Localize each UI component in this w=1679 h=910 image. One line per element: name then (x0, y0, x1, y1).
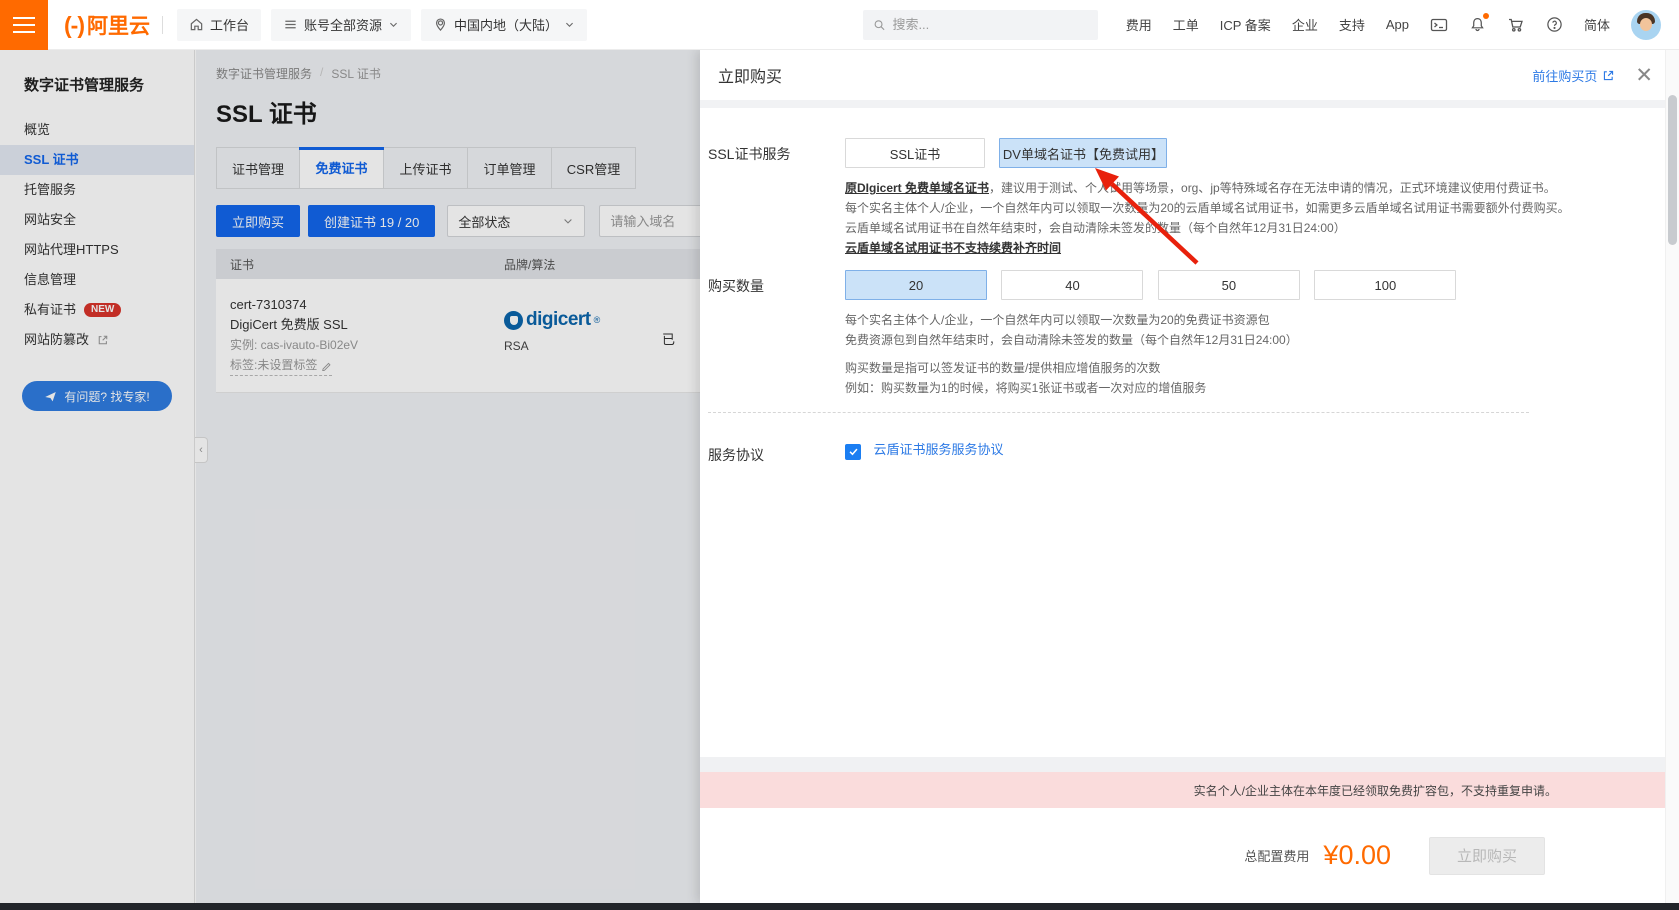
drawer-header: 立即购买 前往购买页 ✕ (700, 50, 1679, 100)
nav-item-tickets[interactable]: 工单 (1173, 15, 1199, 34)
account-resources-dropdown[interactable]: 账号全部资源 (271, 9, 411, 41)
agreement-checkbox[interactable] (845, 444, 861, 460)
quota-notice-bar: 实名个人/企业主体在本年度已经领取免费扩容包，不支持重复申请。 (700, 772, 1679, 808)
quantity-description-2: 购买数量是指可以签发证书的数量/提供相应增值服务的次数 例如：购买数量为1的时候… (845, 358, 1679, 398)
agreement-label: 服务协议 (708, 439, 845, 465)
user-avatar[interactable] (1631, 10, 1661, 40)
quantity-option-20[interactable]: 20 (845, 270, 987, 300)
scrollbar-thumb[interactable] (1668, 95, 1677, 245)
close-icon[interactable]: ✕ (1635, 65, 1653, 86)
check-icon (848, 446, 859, 457)
nav-item-enterprise[interactable]: 企业 (1292, 15, 1318, 34)
location-pin-icon (433, 17, 448, 32)
agreement-row: 服务协议 云盾证书服务服务协议 (708, 439, 1679, 465)
region-label: 中国内地（大陆） (454, 15, 558, 34)
purchase-drawer: 立即购买 前往购买页 ✕ SSL证书服务 SSL证书 DV单域名证书【免费试用】… (700, 50, 1679, 903)
service-description: 原DIgicert 免费单域名证书，建议用于测试、个人试用等场景，org、jp等… (845, 178, 1679, 258)
notifications-bell-icon[interactable] (1469, 16, 1486, 33)
no-renewal-emphasis: 云盾单域名试用证书不支持续费补齐时间 (845, 241, 1061, 255)
aliyun-logo[interactable]: (-) 阿里云 (64, 10, 150, 40)
nav-item-billing[interactable]: 费用 (1126, 15, 1152, 34)
drawer-scrollbar[interactable] (1665, 50, 1679, 903)
search-input[interactable] (892, 17, 1087, 32)
help-icon[interactable] (1546, 16, 1563, 33)
digicert-free-cert-emphasis: 原DIgicert 免费单域名证书 (845, 181, 989, 195)
search-icon (873, 18, 886, 32)
account-resources-label: 账号全部资源 (304, 15, 382, 34)
drawer-body: SSL证书服务 SSL证书 DV单域名证书【免费试用】 原DIgicert 免费… (700, 108, 1679, 465)
total-fee-value: ¥0.00 (1323, 840, 1391, 871)
agreement-link[interactable]: 云盾证书服务服务协议 (873, 442, 1003, 457)
quantity-label: 购买数量 (708, 270, 845, 398)
drawer-buy-button[interactable]: 立即购买 (1429, 837, 1545, 875)
locale-switch[interactable]: 简体 (1584, 15, 1610, 34)
quantity-option-40[interactable]: 40 (1001, 270, 1143, 300)
divider (162, 16, 163, 34)
quantity-option-50[interactable]: 50 (1158, 270, 1300, 300)
workbench-label: 工作台 (210, 15, 249, 34)
resources-icon (283, 17, 298, 32)
total-fee-label: 总配置费用 (1244, 846, 1309, 865)
workbench-button[interactable]: 工作台 (177, 9, 261, 41)
drawer-footer: 总配置费用 ¥0.00 立即购买 (700, 808, 1679, 903)
option-dv-free-cert[interactable]: DV单域名证书【免费试用】 (999, 138, 1167, 168)
cart-icon[interactable] (1507, 16, 1525, 34)
quantity-row: 购买数量 20 40 50 100 每个实名主体个人/企业，一个自然年内可以领取… (708, 270, 1679, 398)
nav-item-app[interactable]: App (1386, 17, 1409, 32)
divider (708, 412, 1529, 413)
nav-item-icp[interactable]: ICP 备案 (1220, 15, 1271, 34)
chevron-down-icon (564, 19, 575, 30)
service-row: SSL证书服务 SSL证书 DV单域名证书【免费试用】 原DIgicert 免费… (708, 138, 1679, 258)
aliyun-logo-mark: (-) (64, 12, 84, 39)
external-link-icon (1602, 69, 1615, 82)
quantity-option-100[interactable]: 100 (1314, 270, 1456, 300)
window-bottom-edge (0, 903, 1679, 910)
home-icon (189, 17, 204, 32)
hamburger-menu-icon[interactable] (0, 0, 48, 50)
drawer-title: 立即购买 (718, 63, 782, 87)
goto-purchase-page-link[interactable]: 前往购买页 (1532, 66, 1615, 85)
top-navbar: (-) 阿里云 工作台 账号全部资源 中国内地（大陆） 费用 工单 ICP 备案… (0, 0, 1679, 50)
region-dropdown[interactable]: 中国内地（大陆） (421, 9, 587, 41)
option-ssl-cert[interactable]: SSL证书 (845, 138, 985, 168)
divider (700, 757, 1679, 772)
aliyun-logo-text: 阿里云 (87, 10, 150, 40)
nav-item-support[interactable]: 支持 (1339, 15, 1365, 34)
service-label: SSL证书服务 (708, 138, 845, 258)
cloudshell-icon[interactable] (1430, 16, 1448, 34)
navbar-right-menu: 费用 工单 ICP 备案 企业 支持 App 简体 (1126, 10, 1679, 40)
global-search[interactable] (863, 10, 1098, 40)
divider (700, 100, 1679, 108)
quantity-description-1: 每个实名主体个人/企业，一个自然年内可以领取一次数量为20的免费证书资源包 免费… (845, 310, 1679, 350)
chevron-down-icon (388, 19, 399, 30)
